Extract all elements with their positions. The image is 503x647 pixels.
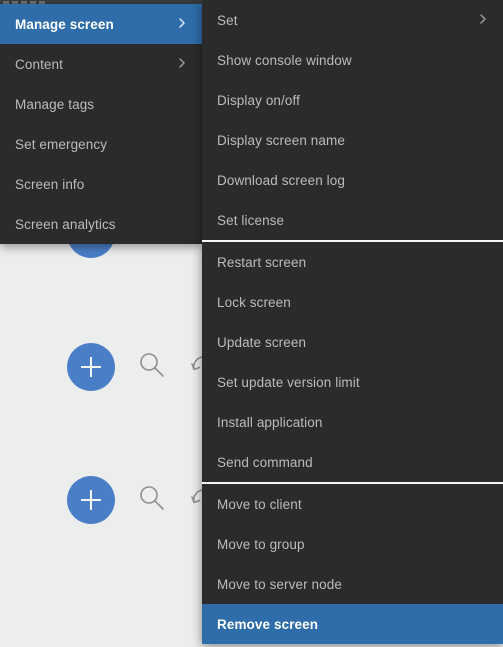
chevron-right-icon (477, 13, 489, 28)
context-menu-item-screen-analytics[interactable]: Screen analytics (0, 204, 202, 244)
chevron-right-icon (176, 17, 188, 32)
menu-item-label: Set emergency (15, 136, 108, 152)
menu-item-label: Content (15, 56, 63, 72)
submenu-item-restart-screen[interactable]: Restart screen (202, 242, 503, 282)
menu-item-label: Display on/off (217, 92, 300, 108)
submenu-item-update-screen[interactable]: Update screen (202, 322, 503, 362)
submenu-item-send-command[interactable]: Send command (202, 442, 503, 482)
add-button[interactable] (67, 343, 115, 391)
add-button[interactable] (67, 476, 115, 524)
context-menu-item-manage-screen[interactable]: Manage screen (0, 4, 202, 44)
submenu-item-display-screen-name[interactable]: Display screen name (202, 120, 503, 160)
menu-item-label: Download screen log (217, 172, 345, 188)
submenu-item-set[interactable]: Set (202, 0, 503, 40)
menu-item-label: Move to group (217, 536, 305, 552)
menu-item-label: Set license (217, 212, 285, 228)
context-menu-item-manage-tags[interactable]: Manage tags (0, 84, 202, 124)
screenshot-root: Manage screen Content Manage tags Set emerg… (0, 0, 503, 647)
submenu-item-move-to-server-node[interactable]: Move to server node (202, 564, 503, 604)
menu-item-label: Manage tags (15, 96, 95, 112)
context-menu-item-set-emergency[interactable]: Set emergency (0, 124, 202, 164)
manage-screen-submenu[interactable]: Set Show console window Display on/off Disp… (202, 0, 503, 644)
menu-item-label: Lock screen (217, 294, 291, 310)
menu-item-label: Send command (217, 454, 313, 470)
screen-context-menu[interactable]: Manage screen Content Manage tags Set emerg… (0, 4, 202, 244)
submenu-item-install-application[interactable]: Install application (202, 402, 503, 442)
menu-item-label: Remove screen (217, 616, 319, 632)
magnifier-icon[interactable] (137, 350, 167, 385)
menu-item-label: Install application (217, 414, 323, 430)
menu-item-label: Set (217, 12, 238, 28)
menu-item-label: Manage screen (15, 16, 114, 32)
menu-item-label: Set update version limit (217, 374, 360, 390)
menu-item-label: Show console window (217, 52, 352, 68)
menu-item-label: Screen analytics (15, 216, 116, 232)
submenu-item-lock-screen[interactable]: Lock screen (202, 282, 503, 322)
menu-item-label: Move to client (217, 496, 302, 512)
submenu-item-move-to-group[interactable]: Move to group (202, 524, 503, 564)
menu-item-label: Update screen (217, 334, 307, 350)
submenu-item-move-to-client[interactable]: Move to client (202, 484, 503, 524)
context-menu-item-content[interactable]: Content (0, 44, 202, 84)
menu-item-label: Restart screen (217, 254, 307, 270)
submenu-item-set-license[interactable]: Set license (202, 200, 503, 240)
submenu-item-show-console-window[interactable]: Show console window (202, 40, 503, 80)
chevron-right-icon (176, 57, 188, 72)
submenu-item-display-on-off[interactable]: Display on/off (202, 80, 503, 120)
submenu-item-download-screen-log[interactable]: Download screen log (202, 160, 503, 200)
magnifier-icon[interactable] (137, 483, 167, 518)
menu-item-label: Screen info (15, 176, 85, 192)
submenu-item-set-update-version-limit[interactable]: Set update version limit (202, 362, 503, 402)
menu-item-label: Move to server node (217, 576, 342, 592)
list-item (67, 343, 219, 391)
submenu-item-remove-screen[interactable]: Remove screen (202, 604, 503, 644)
menu-item-label: Display screen name (217, 132, 345, 148)
list-item (67, 476, 219, 524)
context-menu-item-screen-info[interactable]: Screen info (0, 164, 202, 204)
